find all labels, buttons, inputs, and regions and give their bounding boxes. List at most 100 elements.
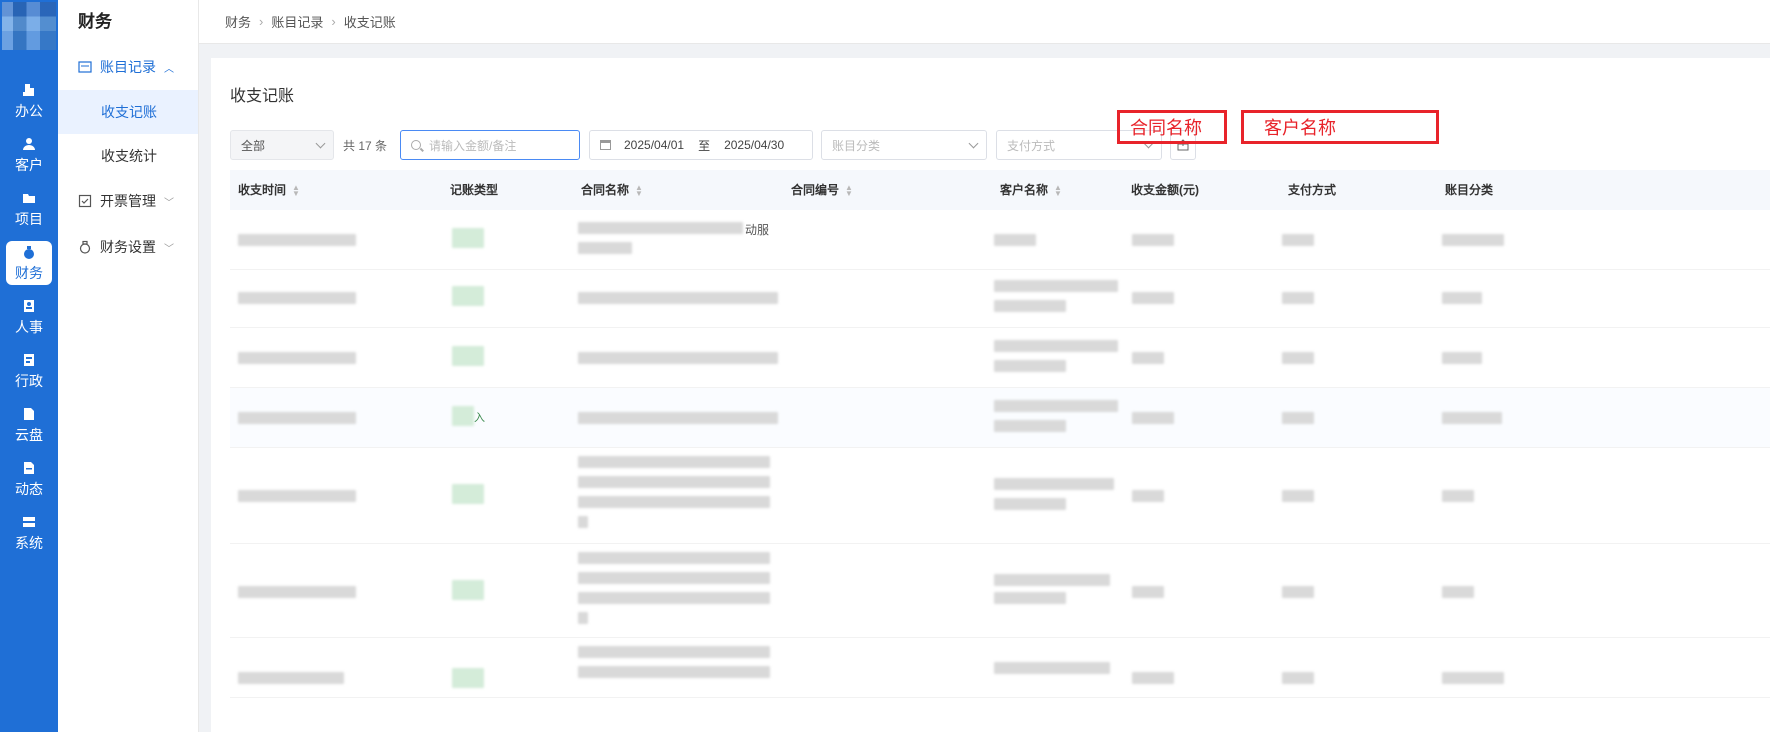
redacted-contract-name	[578, 646, 770, 658]
menu-group-invoice[interactable]: 开票管理 ﹀	[58, 178, 198, 224]
menu-group-ledger[interactable]: 账目记录 ︿	[58, 44, 198, 90]
column-header-contract-no[interactable]: 合同编号 ▲ ▼	[791, 170, 853, 210]
type-select[interactable]: 全部	[230, 130, 334, 160]
nav-item-hr[interactable]: 人事	[0, 290, 58, 344]
table-row[interactable]	[230, 270, 1770, 328]
contract-name-fragment: 动服	[745, 223, 770, 237]
date-end: 2025/04/30	[724, 138, 785, 152]
nav-item-system[interactable]: 系统	[0, 506, 58, 560]
search-input[interactable]: 请输入金额/备注	[400, 130, 580, 160]
redacted-type-tag	[452, 668, 484, 688]
column-header-category: 账目分类	[1445, 170, 1493, 210]
redacted-contract-name	[578, 516, 588, 528]
page-title: 收支记账	[230, 88, 295, 105]
redacted-amount	[1132, 672, 1174, 684]
redacted-amount	[1132, 352, 1164, 364]
column-header-contract-name[interactable]: 合同名称 ▲ ▼	[581, 170, 643, 210]
redacted-category	[1442, 292, 1482, 304]
redacted-category	[1442, 672, 1504, 684]
redacted-type-tag	[452, 228, 484, 248]
menu-group-finance-settings[interactable]: 财务设置 ﹀	[58, 224, 198, 270]
redacted-payment	[1282, 490, 1314, 502]
app-logo[interactable]	[2, 2, 56, 50]
nav-item-feed[interactable]: 动态	[0, 452, 58, 506]
redacted-contract-name	[578, 412, 778, 424]
redacted-type-tag	[452, 580, 484, 600]
date-range-picker[interactable]: 2025/04/01 至 2025/04/30	[589, 130, 813, 160]
column-header-customer-name[interactable]: 客户名称 ▲ ▼	[1000, 170, 1062, 210]
calendar-icon	[600, 140, 611, 150]
column-header-payment: 支付方式	[1288, 170, 1336, 210]
redacted-amount	[1132, 234, 1174, 246]
column-header-label: 合同名称	[581, 183, 630, 197]
table-row[interactable]	[230, 544, 1770, 638]
payment-placeholder: 支付方式	[1007, 138, 1056, 153]
redacted-time	[238, 352, 356, 364]
redacted-payment	[1282, 234, 1314, 246]
category-select[interactable]: 账目分类	[821, 130, 987, 160]
redacted-time	[238, 412, 356, 424]
redacted-time	[238, 586, 356, 598]
breadcrumb-item[interactable]: 账目记录	[271, 12, 323, 31]
redacted-customer	[994, 662, 1110, 674]
date-range-separator: 至	[698, 138, 711, 153]
nav-item-project[interactable]: 项目	[0, 182, 58, 236]
redacted-contract-name	[578, 612, 588, 624]
redacted-type-tag	[452, 346, 484, 366]
redacted-customer	[994, 234, 1036, 246]
nav-item-cloud-disk[interactable]: 云盘	[0, 398, 58, 452]
redacted-category	[1442, 352, 1482, 364]
nav-item-office[interactable]: 办公	[0, 74, 58, 128]
redacted-type-tag	[452, 484, 484, 504]
column-header-time[interactable]: 收支时间 ▲ ▼	[238, 170, 300, 210]
redacted-contract-name	[578, 552, 770, 564]
redacted-customer	[994, 478, 1114, 490]
chevron-down-icon: ﹀	[164, 197, 174, 209]
feed-icon	[21, 460, 37, 476]
redacted-type-tag	[452, 406, 474, 426]
table-row[interactable]	[230, 328, 1770, 388]
table-row[interactable]	[230, 638, 1770, 698]
customer-icon	[21, 136, 37, 152]
redacted-customer	[994, 420, 1066, 432]
menu-item-income-expense[interactable]: 收支记账	[58, 90, 198, 134]
office-icon	[21, 82, 37, 98]
chevron-down-icon	[315, 138, 326, 149]
redacted-customer	[994, 498, 1066, 510]
chevron-right-icon: ›	[259, 14, 264, 29]
nav-item-customer[interactable]: 客户	[0, 128, 58, 182]
column-header-label: 客户名称	[1000, 183, 1049, 197]
redacted-amount	[1132, 490, 1164, 502]
table-row[interactable]: 入	[230, 388, 1770, 448]
redacted-contract-name	[578, 592, 770, 604]
sort-icon: ▲ ▼	[845, 182, 853, 198]
column-header-label: 账目分类	[1445, 183, 1494, 197]
redacted-type-tag	[452, 286, 484, 306]
sort-icon: ▲ ▼	[1054, 182, 1062, 198]
redacted-amount	[1132, 292, 1174, 304]
nav-item-finance[interactable]: 财务	[6, 241, 52, 285]
redacted-customer	[994, 300, 1066, 312]
redacted-payment	[1282, 292, 1314, 304]
submenu-title: 财务	[78, 12, 112, 31]
checkbox-icon	[78, 194, 92, 208]
nav-item-label: 行政	[15, 372, 43, 389]
nav-item-label: 客户	[15, 156, 43, 173]
money-bag-icon	[21, 244, 37, 260]
breadcrumb-item[interactable]: 财务	[225, 12, 251, 31]
redacted-customer	[994, 340, 1118, 352]
redacted-time	[238, 490, 356, 502]
table-row[interactable]	[230, 448, 1770, 544]
redacted-contract-name	[578, 242, 632, 254]
redacted-customer	[994, 574, 1110, 586]
menu-item-statistics[interactable]: 收支统计	[58, 134, 198, 178]
main-nav: 办公 客户 项目 财务 人事 行政 云盘 动态 系统	[0, 74, 58, 560]
redacted-payment	[1282, 412, 1314, 424]
redacted-amount	[1132, 586, 1164, 598]
table-row[interactable]: 动服	[230, 210, 1770, 270]
redacted-contract-name	[578, 292, 778, 304]
redacted-category	[1442, 490, 1474, 502]
nav-item-admin[interactable]: 行政	[0, 344, 58, 398]
redacted-payment	[1282, 586, 1314, 598]
nav-item-label: 人事	[15, 318, 43, 335]
